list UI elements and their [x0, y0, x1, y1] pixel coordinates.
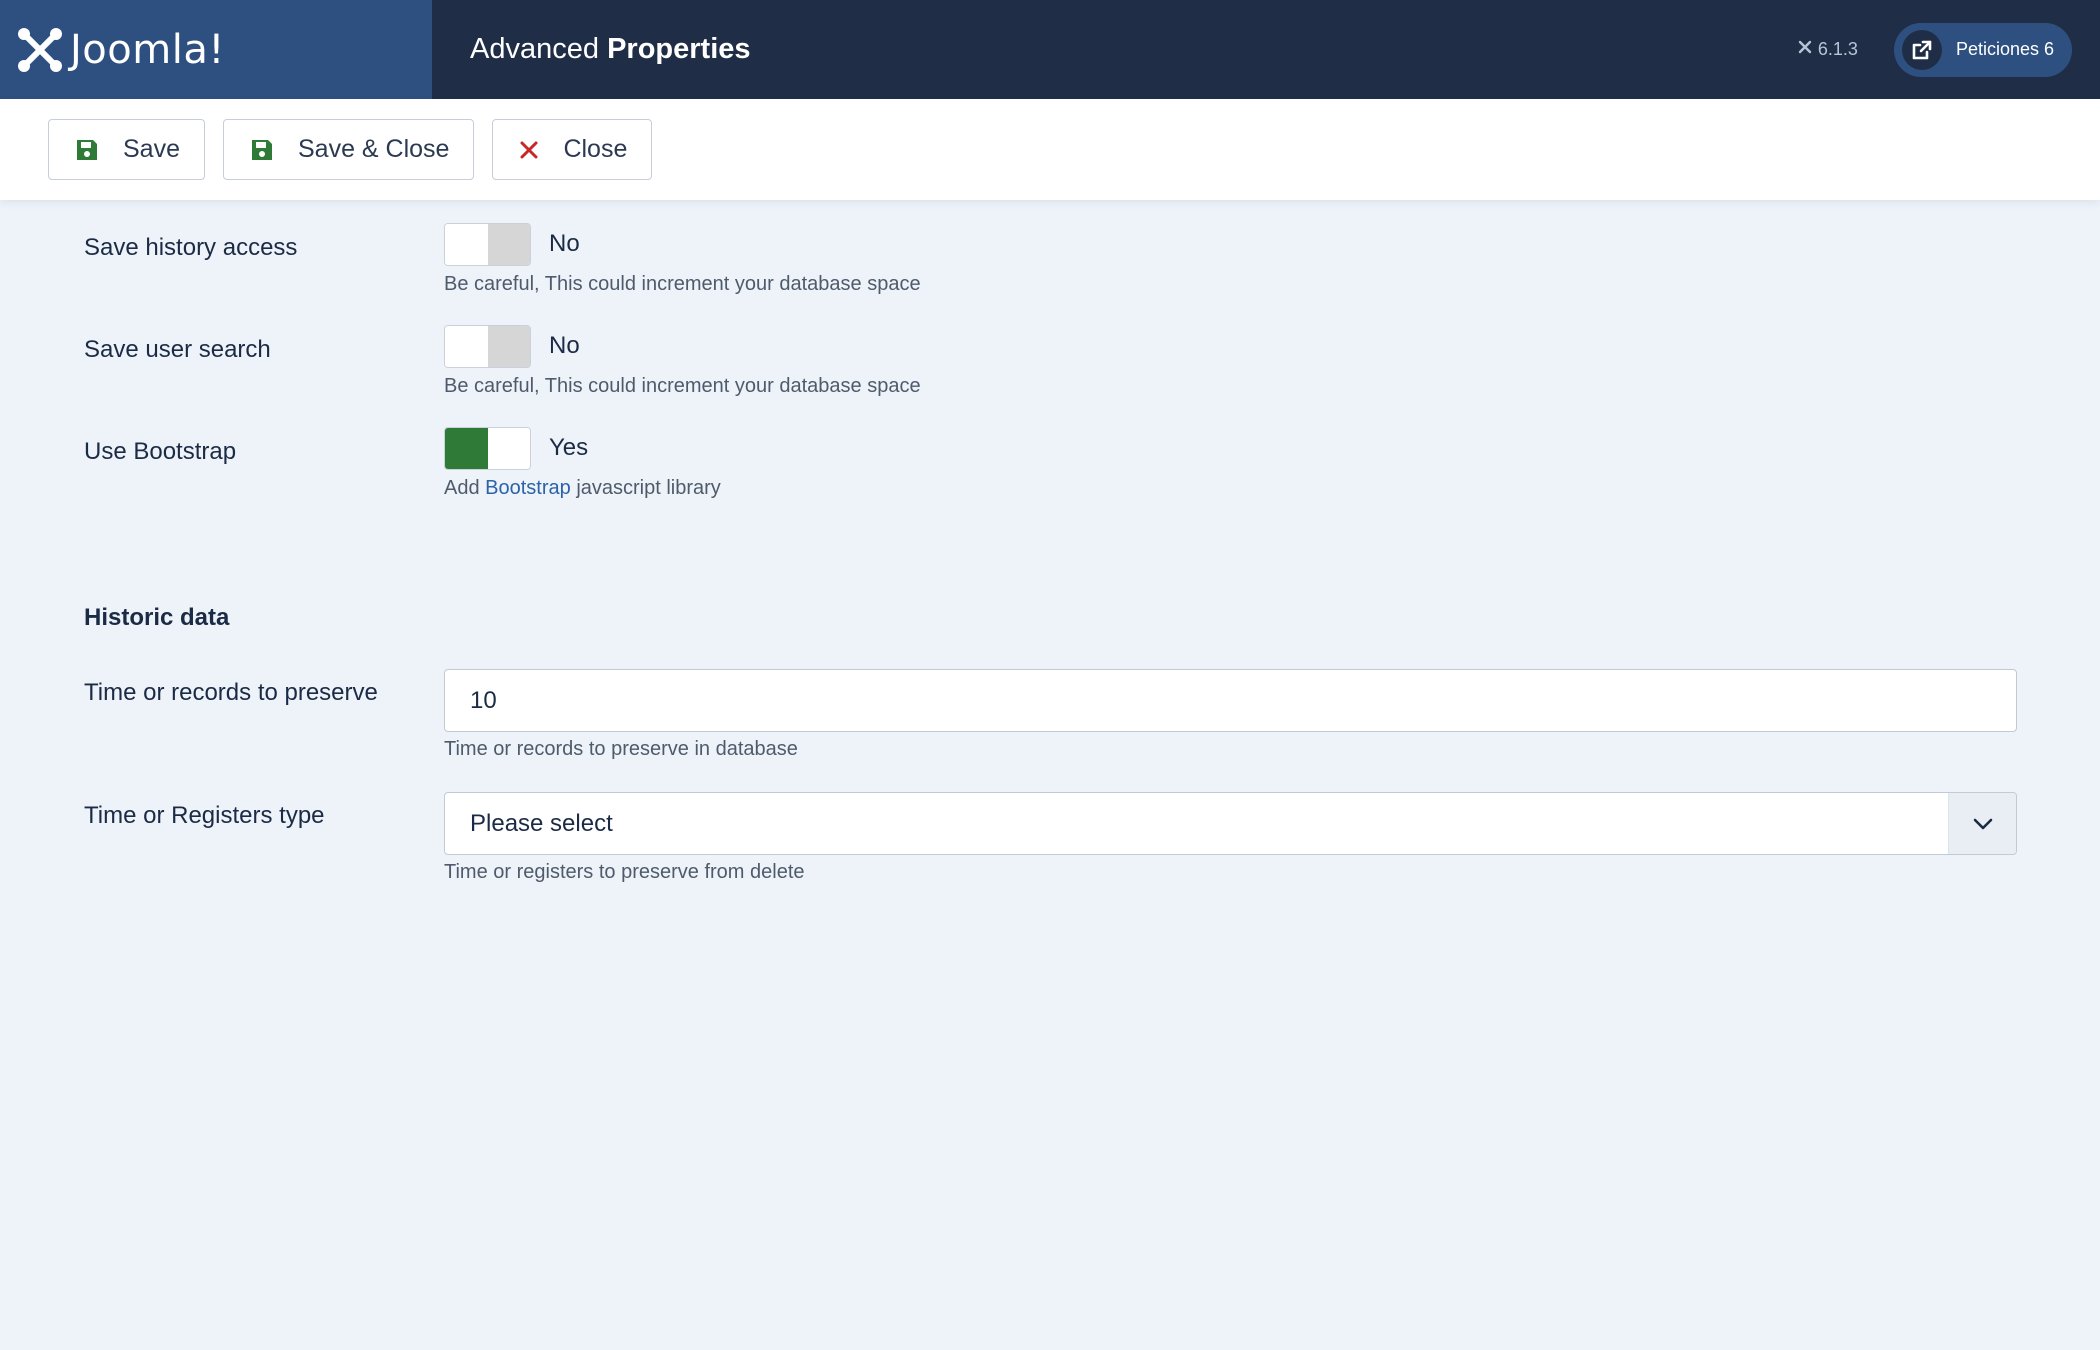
- use-bootstrap-toggle[interactable]: [444, 427, 531, 470]
- save-history-state: No: [549, 230, 580, 257]
- requests-button[interactable]: Peticiones 6: [1893, 22, 2072, 77]
- version-text: 6.1.3: [1817, 39, 1858, 59]
- save-close-button[interactable]: Save & Close: [222, 119, 475, 180]
- registers-type-help: Time or registers to preserve from delet…: [444, 861, 805, 883]
- use-bootstrap-help-suffix: javascript library: [576, 477, 721, 499]
- time-records-label: Time or records to preserve: [84, 679, 378, 706]
- bootstrap-link[interactable]: Bootstrap: [485, 477, 571, 499]
- save-user-search-toggle[interactable]: [444, 325, 531, 368]
- save-user-search-label: Save user search: [84, 336, 271, 363]
- logo[interactable]: Joomla!: [0, 0, 432, 99]
- save-history-label: Save history access: [84, 234, 298, 261]
- save-label: Save: [123, 135, 180, 163]
- save-close-label: Save & Close: [297, 135, 450, 163]
- save-user-search-state: No: [549, 332, 580, 359]
- page-title-bold: Properties: [607, 33, 751, 65]
- page-title-light: Advanced: [470, 33, 599, 65]
- save-user-search-help: Be careful, This could increment your da…: [444, 375, 921, 397]
- joomla-logo-icon: [16, 26, 64, 74]
- x-icon: [519, 140, 539, 160]
- save-button[interactable]: Save: [48, 119, 205, 180]
- use-bootstrap-help: Add Bootstrap javascript library: [444, 477, 721, 500]
- save-history-toggle[interactable]: [444, 223, 531, 266]
- use-bootstrap-label: Use Bootstrap: [84, 438, 237, 465]
- registers-type-select[interactable]: Please select: [444, 792, 2017, 855]
- time-records-help: Time or records to preserve in database: [444, 738, 798, 760]
- app-header: Joomla! Advanced Properties 6.1.3 Petici…: [0, 0, 2100, 99]
- registers-type-value: Please select: [470, 809, 613, 837]
- close-button[interactable]: Close: [492, 119, 653, 180]
- logo-text: Joomla!: [70, 26, 225, 73]
- close-label: Close: [563, 135, 628, 163]
- requests-label: Peticiones 6: [1955, 39, 2054, 59]
- joomla-small-icon: [1797, 39, 1818, 60]
- toolbar: Save Save & Close Close: [0, 99, 2100, 200]
- time-records-input[interactable]: [444, 669, 2017, 732]
- external-link-icon: [1901, 29, 1942, 70]
- chevron-down-icon: [1948, 793, 2016, 854]
- use-bootstrap-help-prefix: Add: [444, 477, 480, 499]
- version-info: 6.1.3: [1797, 39, 1858, 60]
- registers-type-label: Time or Registers type: [84, 802, 325, 829]
- page-title: Advanced Properties: [470, 33, 751, 66]
- floppy-disk-icon: [250, 138, 274, 162]
- header-right: 6.1.3 Peticiones 6: [1797, 0, 2072, 99]
- use-bootstrap-state: Yes: [549, 434, 589, 461]
- save-history-help: Be careful, This could increment your da…: [444, 273, 921, 295]
- historic-data-heading: Historic data: [84, 604, 230, 631]
- floppy-disk-icon: [75, 138, 99, 162]
